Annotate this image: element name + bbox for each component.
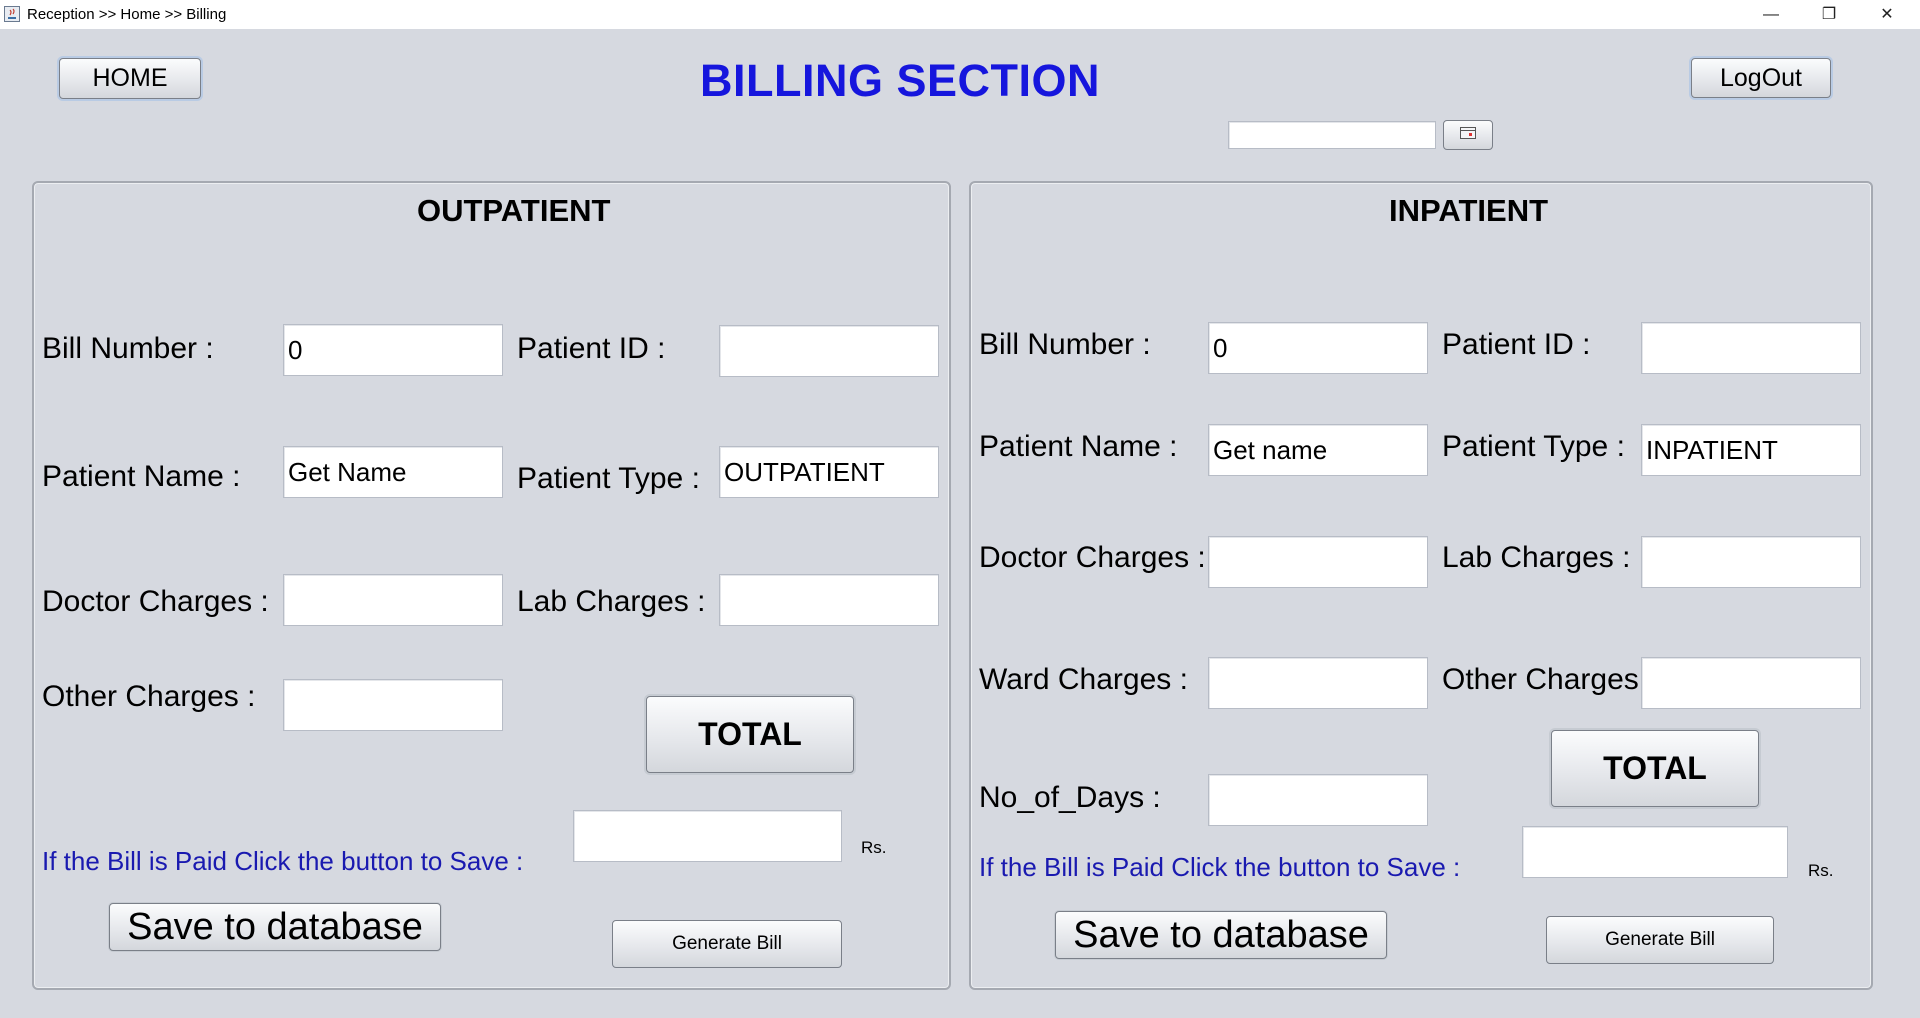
date-field[interactable] <box>1228 121 1436 149</box>
outpatient-title: OUTPATIENT <box>417 193 611 228</box>
ip-other-charges-input[interactable] <box>1641 657 1861 709</box>
restore-button[interactable]: ❐ <box>1806 0 1852 29</box>
op-patient-id-input[interactable] <box>719 325 939 377</box>
ip-rs-label: Rs. <box>1808 861 1834 880</box>
page-title: BILLING SECTION <box>700 55 1100 106</box>
calendar-icon <box>1459 126 1477 145</box>
ip-lab-charges-label: Lab Charges : <box>1442 541 1631 574</box>
op-patient-name-input[interactable]: Get Name <box>283 446 503 498</box>
window-title: Reception >> Home >> Billing <box>27 6 227 23</box>
op-patient-id-label: Patient ID : <box>517 332 666 365</box>
window-title-bar: Reception >> Home >> Billing — ❐ ✕ <box>0 0 1920 29</box>
ip-patient-id-label: Patient ID : <box>1442 328 1591 361</box>
ip-paid-message: If the Bill is Paid Click the button to … <box>979 852 1461 882</box>
op-patient-name-label: Patient Name : <box>42 460 241 493</box>
close-button[interactable]: ✕ <box>1864 0 1910 29</box>
ip-total-button[interactable]: TOTAL <box>1551 730 1759 807</box>
op-doctor-charges-input[interactable] <box>283 574 503 626</box>
ip-bill-number-label: Bill Number : <box>979 328 1151 361</box>
ip-doctor-charges-input[interactable] <box>1208 536 1428 588</box>
ip-no-of-days-input[interactable] <box>1208 774 1428 826</box>
ip-patient-id-input[interactable] <box>1641 322 1861 374</box>
inpatient-title: INPATIENT <box>1389 193 1549 228</box>
op-rs-label: Rs. <box>861 838 887 857</box>
ip-total-amount-input[interactable] <box>1522 826 1788 878</box>
ip-save-to-database-button[interactable]: Save to database <box>1055 911 1387 959</box>
op-bill-number-input[interactable]: 0 <box>283 324 503 376</box>
op-generate-bill-button[interactable]: Generate Bill <box>612 920 842 968</box>
logout-button[interactable]: LogOut <box>1691 58 1831 98</box>
ip-ward-charges-input[interactable] <box>1208 657 1428 709</box>
op-bill-number-label: Bill Number : <box>42 332 214 365</box>
op-save-to-database-button[interactable]: Save to database <box>109 903 441 951</box>
op-patient-type-label: Patient Type : <box>517 462 700 495</box>
ip-patient-type-input[interactable]: INPATIENT <box>1641 424 1861 476</box>
java-app-icon <box>4 6 20 22</box>
op-other-charges-input[interactable] <box>283 679 503 731</box>
ip-other-charges-label: Other Charges <box>1442 663 1639 696</box>
ip-doctor-charges-label: Doctor Charges : <box>979 541 1206 574</box>
op-patient-type-input[interactable]: OUTPATIENT <box>719 446 939 498</box>
ip-lab-charges-input[interactable] <box>1641 536 1861 588</box>
minimize-button[interactable]: — <box>1748 0 1794 29</box>
ip-no-of-days-label: No_of_Days : <box>979 781 1161 814</box>
ip-generate-bill-button[interactable]: Generate Bill <box>1546 916 1774 964</box>
op-lab-charges-label: Lab Charges : <box>517 585 706 618</box>
ip-bill-number-input[interactable]: 0 <box>1208 322 1428 374</box>
ip-patient-name-input[interactable]: Get name <box>1208 424 1428 476</box>
op-lab-charges-input[interactable] <box>719 574 939 626</box>
op-total-button[interactable]: TOTAL <box>646 696 854 773</box>
op-doctor-charges-label: Doctor Charges : <box>42 585 269 618</box>
op-total-amount-input[interactable] <box>573 810 842 862</box>
ip-patient-name-label: Patient Name : <box>979 430 1178 463</box>
ip-ward-charges-label: Ward Charges : <box>979 663 1188 696</box>
ip-patient-type-label: Patient Type : <box>1442 430 1625 463</box>
calendar-button[interactable] <box>1443 120 1493 150</box>
op-other-charges-label: Other Charges : <box>42 680 256 713</box>
op-paid-message: If the Bill is Paid Click the button to … <box>42 846 524 876</box>
